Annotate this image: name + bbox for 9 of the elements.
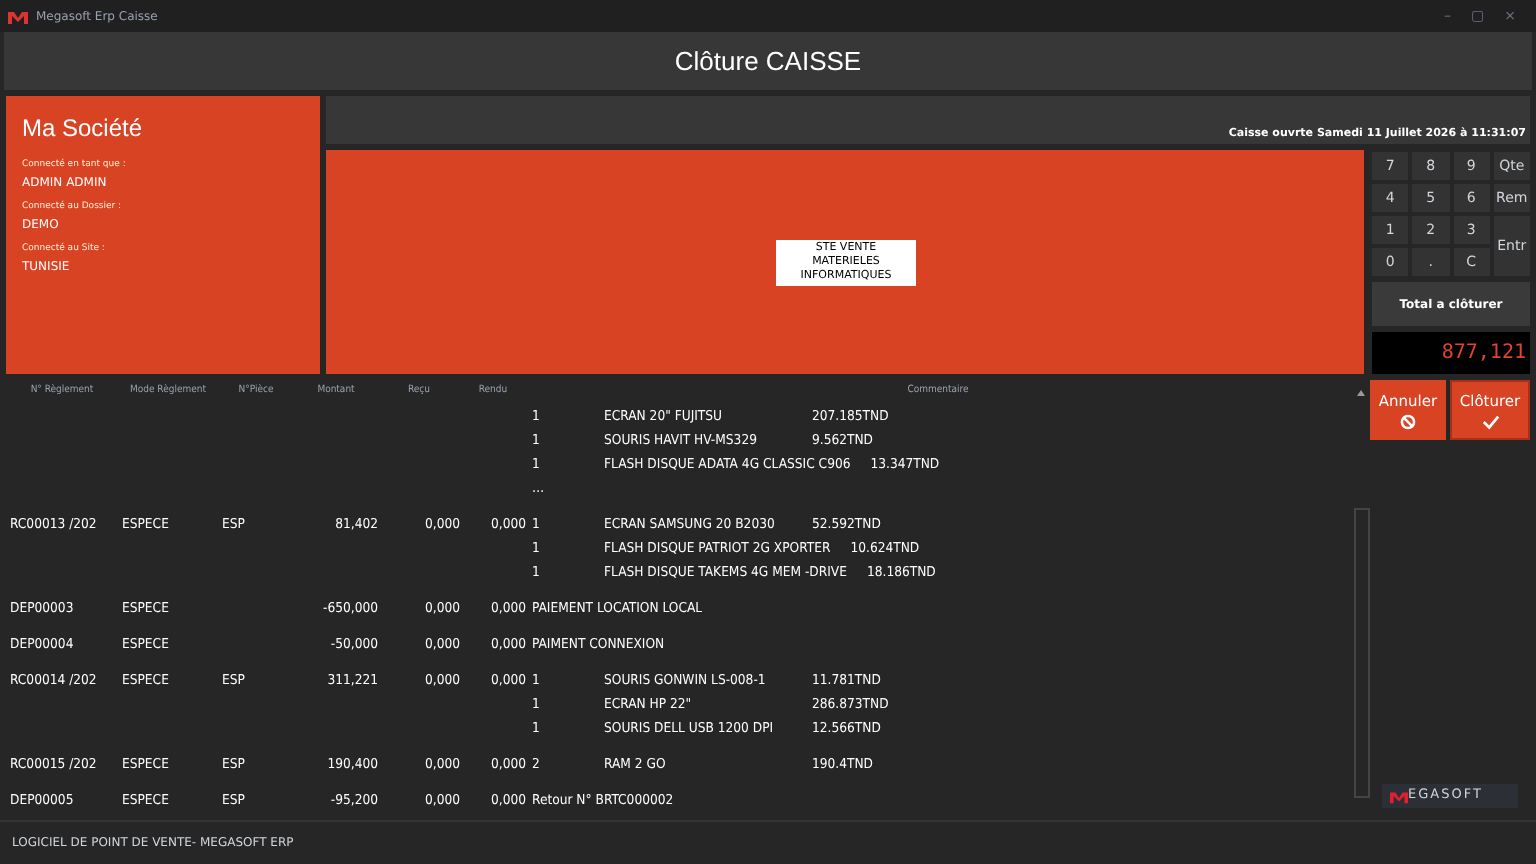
scrollbar-thumb[interactable] xyxy=(1353,508,1369,798)
app-logo-icon xyxy=(8,9,28,23)
page-title: Clôture CAISSE xyxy=(674,43,862,80)
logo-m-icon xyxy=(1390,789,1408,803)
total-amount: 877,121 xyxy=(1441,340,1526,368)
prohibited-icon xyxy=(1400,413,1416,430)
checkmark-icon xyxy=(1481,413,1499,430)
scroll-up-icon xyxy=(1356,388,1366,398)
company-name: Ma Société xyxy=(22,112,145,146)
